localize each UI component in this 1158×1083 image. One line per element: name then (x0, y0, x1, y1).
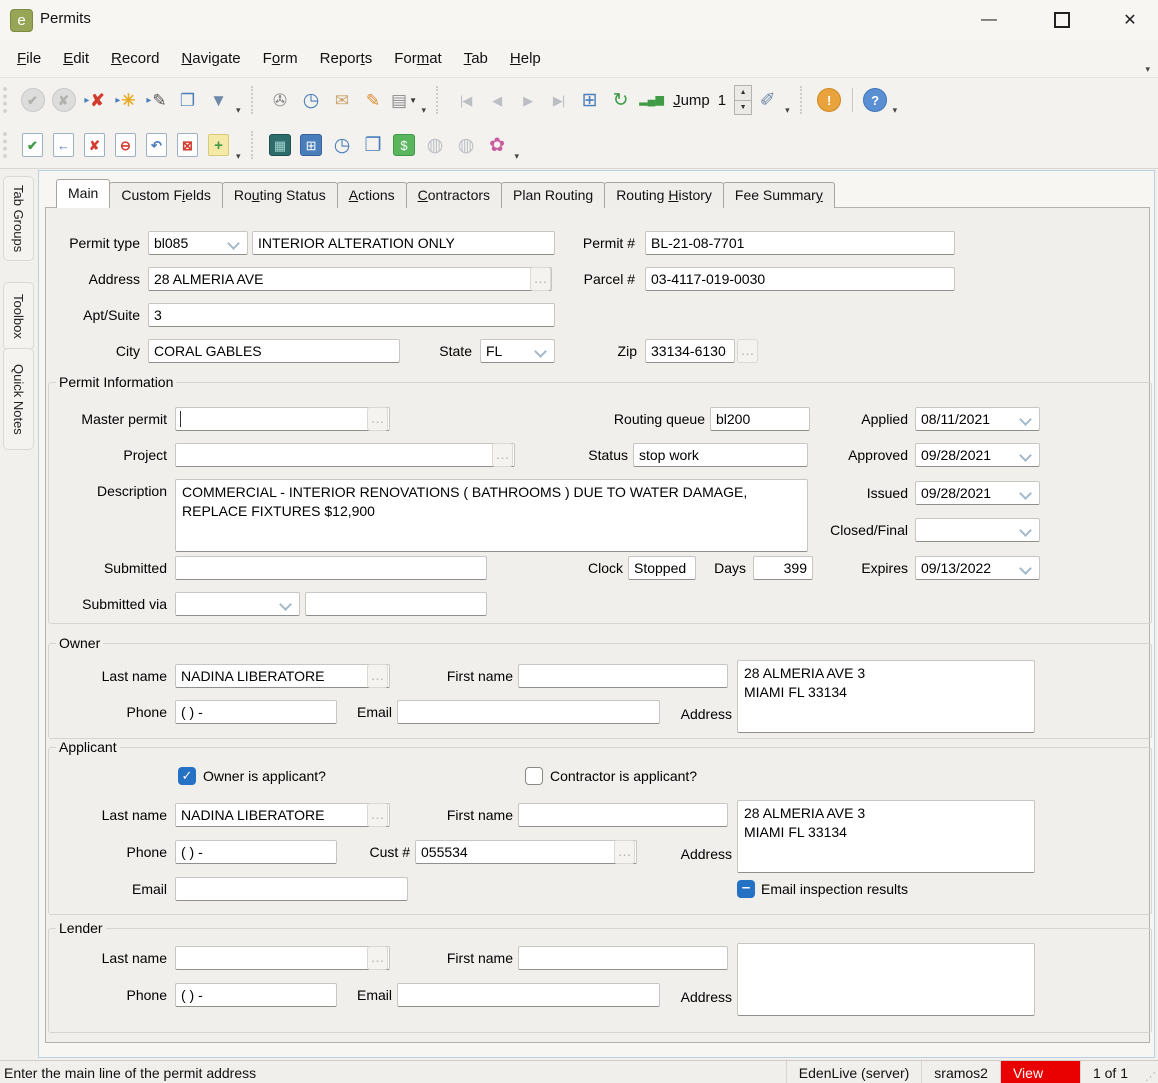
master-permit-field[interactable] (175, 407, 390, 431)
lender-address-label: Address (680, 989, 732, 1005)
applicant-phone-label: Phone (126, 844, 167, 860)
description-label: Description (96, 483, 167, 499)
address-label: Address (88, 271, 140, 287)
routing-queue-label: Routing queue (613, 411, 705, 427)
cust-number-label: Cust # (369, 844, 410, 860)
lender-title: Lender (56, 920, 106, 936)
contractor-is-applicant-checkbox[interactable] (525, 767, 543, 785)
applicant-first-name-field[interactable] (518, 803, 728, 827)
owner-is-applicant-label: Owner is applicant? (203, 768, 326, 784)
clock-label: Clock (587, 560, 623, 576)
owner-phone-label: Phone (126, 704, 167, 720)
submitted-field[interactable] (175, 556, 487, 580)
project-lookup-button[interactable]: … (492, 443, 513, 467)
zip-lookup-button[interactable]: … (737, 339, 758, 363)
text-caret (180, 411, 181, 427)
permit-form: Permit type bl085 INTERIOR ALTERATION ON… (0, 0, 1158, 1083)
parcel-number-label: Parcel # (583, 271, 635, 287)
permits-window: e Permits — ✕ File Edit Record Navigate Form… (0, 0, 1158, 1083)
apt-suite-field[interactable]: 3 (148, 303, 555, 327)
closed-final-label: Closed/Final (830, 522, 908, 538)
approved-date-select[interactable]: 09/28/2021 (915, 443, 1040, 467)
applicant-first-name-label: First name (446, 807, 513, 823)
applicant-email-field[interactable] (175, 877, 408, 901)
permit-type-label: Permit type (69, 235, 140, 251)
owner-lookup-button[interactable]: … (367, 664, 388, 688)
owner-address-box[interactable]: 28 ALMERIA AVE 3 MIAMI FL 33134 (737, 660, 1035, 733)
lender-first-name-label: First name (446, 950, 513, 966)
project-field[interactable] (175, 443, 515, 467)
owner-is-applicant-checkbox[interactable]: ✓ (178, 767, 196, 785)
cust-number-lookup-button[interactable]: … (614, 840, 635, 864)
city-label: City (115, 343, 140, 359)
permit-number-field[interactable]: BL-21-08-7701 (645, 231, 955, 255)
applicant-title: Applicant (56, 739, 120, 755)
lender-lookup-button[interactable]: … (367, 946, 388, 970)
closed-final-date-select[interactable] (915, 518, 1040, 542)
cust-number-field[interactable]: 055534 (415, 840, 637, 864)
lender-last-name-label: Last name (101, 950, 167, 966)
owner-phone-field[interactable]: ( ) - (175, 700, 337, 724)
permit-type-description-field[interactable]: INTERIOR ALTERATION ONLY (252, 231, 555, 255)
submitted-label: Submitted (103, 560, 167, 576)
applicant-lookup-button[interactable]: … (367, 803, 388, 827)
owner-first-name-label: First name (446, 668, 513, 684)
applied-label: Applied (861, 411, 908, 427)
submitted-via-select[interactable] (175, 592, 300, 616)
applicant-address-label: Address (680, 846, 732, 862)
owner-title: Owner (56, 635, 104, 651)
routing-queue-field[interactable]: bl200 (710, 407, 810, 431)
zip-field[interactable]: 33134-6130 (645, 339, 735, 363)
lender-address-box[interactable] (737, 943, 1035, 1016)
lender-first-name-field[interactable] (518, 946, 728, 970)
applicant-address-box[interactable]: 28 ALMERIA AVE 3 MIAMI FL 33134 (737, 800, 1035, 873)
owner-last-name-field[interactable]: NADINA LIBERATORE (175, 664, 390, 688)
address-field[interactable]: 28 ALMERIA AVE (148, 267, 552, 291)
lender-last-name-field[interactable] (175, 946, 390, 970)
submitted-via-field[interactable] (305, 592, 487, 616)
permit-type-select[interactable]: bl085 (148, 231, 248, 255)
permit-information-title: Permit Information (56, 374, 177, 390)
address-lookup-button[interactable]: … (530, 267, 551, 291)
owner-last-name-label: Last name (101, 668, 167, 684)
email-inspection-results-label: Email inspection results (761, 881, 909, 897)
lender-phone-label: Phone (126, 987, 167, 1003)
email-inspection-results-checkbox[interactable]: – (737, 880, 755, 898)
owner-first-name-field[interactable] (518, 664, 728, 688)
lender-email-label: Email (356, 987, 392, 1003)
state-select[interactable]: FL (480, 339, 555, 363)
clock-field[interactable]: Stopped (628, 556, 696, 580)
master-permit-label: Master permit (81, 411, 167, 427)
master-permit-lookup-button[interactable]: … (367, 407, 388, 431)
project-label: Project (123, 447, 167, 463)
contractor-is-applicant-label: Contractor is applicant? (550, 768, 698, 784)
issued-date-select[interactable]: 09/28/2021 (915, 481, 1040, 505)
owner-email-label: Email (356, 704, 392, 720)
zip-label: Zip (617, 343, 637, 359)
city-field[interactable]: CORAL GABLES (148, 339, 400, 363)
days-label: Days (714, 560, 746, 576)
owner-address-label: Address (680, 706, 732, 722)
applicant-last-name-label: Last name (101, 807, 167, 823)
applicant-email-label: Email (131, 881, 167, 897)
permit-number-label: Permit # (582, 235, 635, 251)
expires-label: Expires (861, 560, 908, 576)
applied-date-select[interactable]: 08/11/2021 (915, 407, 1040, 431)
expires-date-select[interactable]: 09/13/2022 (915, 556, 1040, 580)
parcel-number-field[interactable]: 03-4117-019-0030 (645, 267, 955, 291)
owner-email-field[interactable] (397, 700, 660, 724)
days-field[interactable]: 399 (753, 556, 813, 580)
applicant-last-name-field[interactable]: NADINA LIBERATORE (175, 803, 390, 827)
status-field[interactable]: stop work (633, 443, 808, 467)
lender-email-field[interactable] (397, 983, 660, 1007)
state-label: State (439, 343, 472, 359)
approved-label: Approved (848, 447, 908, 463)
submitted-via-label: Submitted via (82, 596, 167, 612)
apt-suite-label: Apt/Suite (83, 307, 140, 323)
applicant-phone-field[interactable]: ( ) - (175, 840, 337, 864)
issued-label: Issued (866, 485, 908, 501)
status-label: Status (588, 447, 628, 463)
description-textarea[interactable]: COMMERCIAL - INTERIOR RENOVATIONS ( BATH… (175, 479, 808, 552)
lender-phone-field[interactable]: ( ) - (175, 983, 337, 1007)
